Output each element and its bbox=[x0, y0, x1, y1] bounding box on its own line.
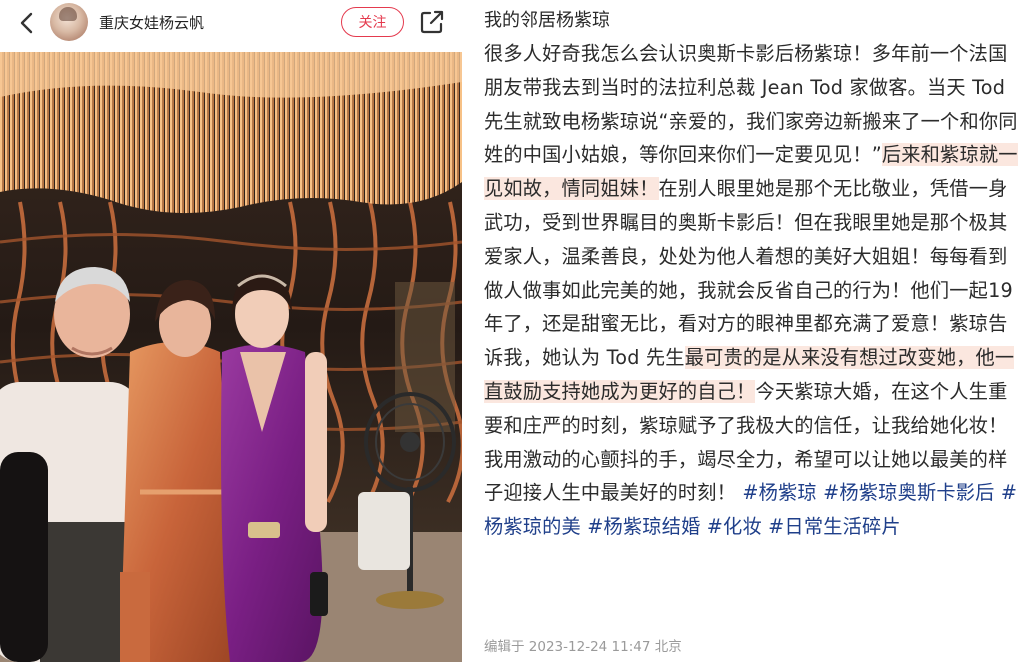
post-media-panel: 重庆女娃杨云帆 关注 bbox=[0, 0, 462, 662]
hashtag-link[interactable]: #杨紫琼奥斯卡影后 bbox=[823, 481, 994, 504]
panel-divider bbox=[462, 0, 474, 662]
post-header: 重庆女娃杨云帆 关注 bbox=[0, 0, 462, 46]
photo-illustration bbox=[0, 52, 462, 662]
post-photo[interactable] bbox=[0, 52, 462, 662]
avatar[interactable] bbox=[50, 3, 88, 41]
hashtag-link[interactable]: #杨紫琼结婚 bbox=[587, 515, 700, 538]
body-segment-2: 在别人眼里她是那个无比敬业，凭借一身武功，受到世界瞩目的奥斯卡影后！但在我眼里她… bbox=[484, 177, 1013, 370]
edit-timestamp: 编辑于 2023-12-24 11:47 北京 bbox=[484, 639, 682, 655]
post-title: 我的邻居杨紫琼 bbox=[484, 10, 610, 31]
share-icon[interactable] bbox=[419, 9, 445, 35]
chevron-left-icon[interactable] bbox=[14, 9, 42, 37]
hashtag-link[interactable]: #杨紫琼 bbox=[742, 481, 816, 504]
hashtag-link[interactable]: #日常生活碎片 bbox=[768, 515, 901, 538]
follow-button[interactable]: 关注 bbox=[341, 7, 404, 37]
post-body: 很多人好奇我怎么会认识奥斯卡影后杨紫琼！多年前一个法国朋友带我去到当时的法拉利总… bbox=[484, 37, 1024, 544]
author-name[interactable]: 重庆女娃杨云帆 bbox=[99, 12, 204, 33]
post-content-panel: 我的邻居杨紫琼 很多人好奇我怎么会认识奥斯卡影后杨紫琼！多年前一个法国朋友带我去… bbox=[474, 0, 1024, 662]
hashtag-link[interactable]: #化妆 bbox=[707, 515, 762, 538]
